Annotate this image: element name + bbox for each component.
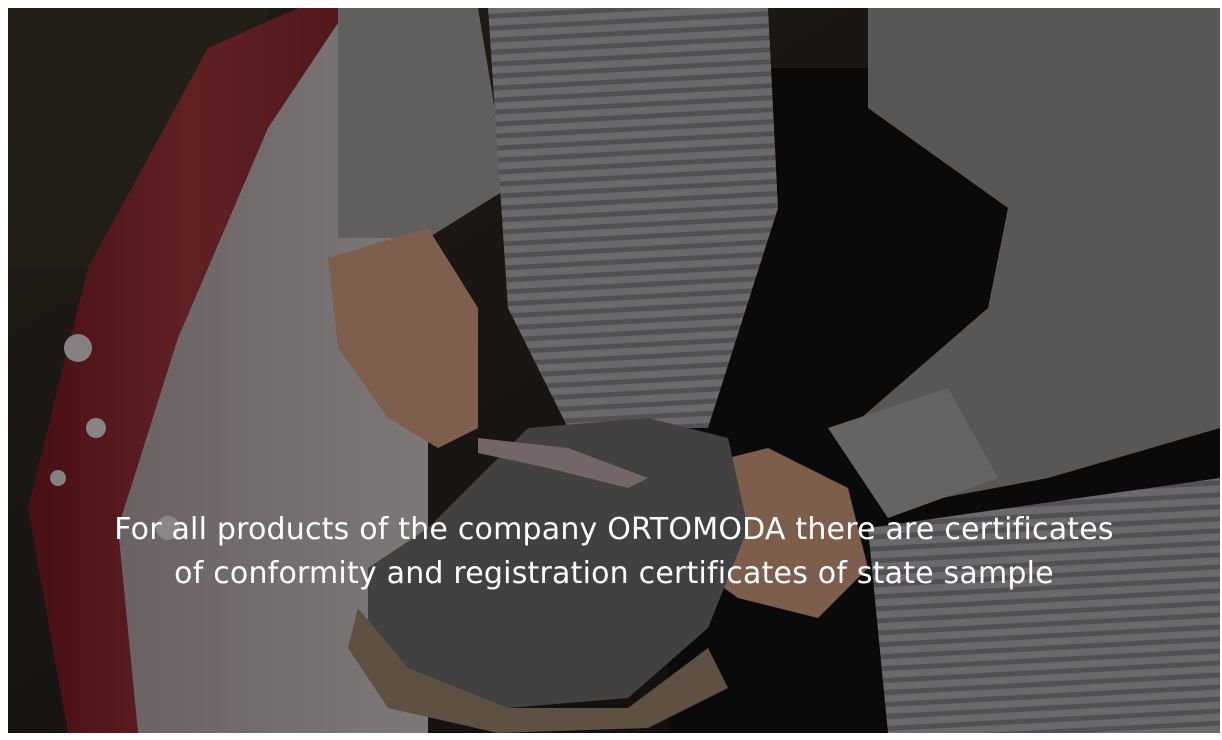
caption-line-2: of conformity and registration certifica… [174,556,1054,591]
hero-banner: For all products of the company ORTOMODA… [8,8,1220,733]
dark-overlay [8,8,1220,733]
caption-line-1: For all products of the company ORTOMODA… [114,512,1114,547]
banner-caption: For all products of the company ORTOMODA… [8,508,1220,596]
